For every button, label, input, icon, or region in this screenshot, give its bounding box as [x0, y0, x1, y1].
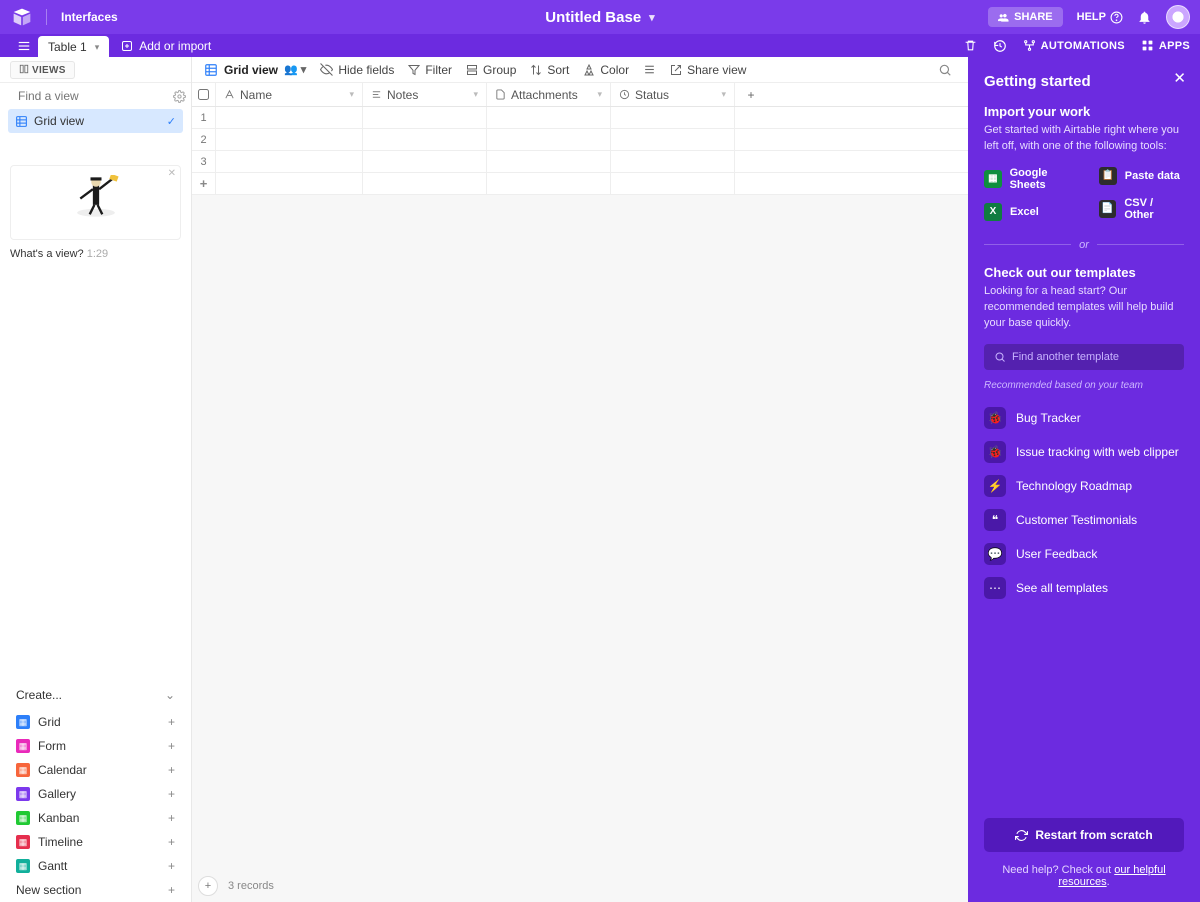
find-view-input[interactable] [18, 89, 173, 103]
template-search[interactable] [984, 344, 1184, 370]
create-gallery[interactable]: ▦Gallery+ [0, 782, 191, 806]
template-item[interactable]: 🐞Bug Tracker [984, 401, 1184, 435]
templates-heading: Check out our templates [984, 265, 1184, 280]
import-csv[interactable]: 📄CSV / Other [1099, 197, 1184, 221]
interfaces-link[interactable]: Interfaces [61, 10, 118, 24]
select-all-checkbox[interactable] [198, 89, 209, 100]
new-section-button[interactable]: New section+ [0, 878, 191, 902]
search-icon[interactable] [938, 62, 952, 77]
table-row[interactable]: 2 [192, 129, 968, 151]
main: Grid view 👥 ▾ Hide fields Filter Group S… [192, 57, 968, 902]
filter-button[interactable]: Filter [408, 63, 452, 77]
share-view-button[interactable]: Share view [670, 63, 746, 77]
trash-icon[interactable] [964, 39, 977, 52]
need-help-text: Need help? Check out our helpful resourc… [984, 864, 1184, 888]
create-grid[interactable]: ▦Grid+ [0, 710, 191, 734]
import-paste[interactable]: 📋Paste data [1099, 167, 1184, 185]
create-timeline[interactable]: ▦Timeline+ [0, 830, 191, 854]
collaborators-icon[interactable]: 👥 ▾ [284, 63, 306, 76]
restart-button[interactable]: Restart from scratch [984, 818, 1184, 852]
create-gantt[interactable]: ▦Gantt+ [0, 854, 191, 878]
column-name[interactable]: Name▾ [216, 83, 363, 106]
recommended-label: Recommended based on your team [984, 380, 1184, 391]
import-google-sheets[interactable]: ▦Google Sheets [984, 167, 1085, 191]
create-kanban[interactable]: ▦Kanban+ [0, 806, 191, 830]
template-item[interactable]: ❝Customer Testimonials [984, 503, 1184, 537]
import-heading: Import your work [984, 104, 1184, 119]
view-settings-icon[interactable] [173, 89, 186, 103]
sidebar: VIEWS Grid view ✓ ✕ [0, 57, 192, 902]
template-item[interactable]: 💬User Feedback [984, 537, 1184, 571]
templates-desc: Looking for a head start? Our recommende… [984, 284, 1184, 332]
column-status[interactable]: Status▾ [611, 83, 735, 106]
view-name-dropdown[interactable]: Grid view 👥 ▾ [204, 63, 306, 77]
avatar[interactable] [1166, 5, 1190, 29]
hide-fields-button[interactable]: Hide fields [320, 63, 394, 77]
create-header[interactable]: Create... [0, 680, 191, 710]
import-desc: Get started with Airtable right where yo… [984, 123, 1184, 155]
table-row[interactable]: 3 [192, 151, 968, 173]
column-notes[interactable]: Notes▾ [363, 83, 487, 106]
row-height-button[interactable] [643, 63, 656, 76]
menu-icon[interactable] [10, 34, 38, 57]
create-form[interactable]: ▦Form+ [0, 734, 191, 758]
views-toggle[interactable]: VIEWS [10, 61, 75, 79]
video-thumbnail[interactable]: ✕ [10, 165, 181, 240]
find-view [0, 83, 191, 109]
column-attachments[interactable]: Attachments▾ [487, 83, 611, 106]
tab-bar: Table 1 Add or import AUTOMATIONS APPS [0, 34, 1200, 57]
color-button[interactable]: Color [583, 63, 629, 77]
create-calendar[interactable]: ▦Calendar+ [0, 758, 191, 782]
table-row[interactable]: 1 [192, 107, 968, 129]
getting-started-panel: ✕ Getting started Import your work Get s… [968, 57, 1200, 902]
base-name-dropdown[interactable]: Untitled Base [545, 9, 654, 26]
view-item-grid[interactable]: Grid view ✓ [8, 109, 183, 133]
video-caption: What's a view? 1:29 [10, 248, 181, 260]
add-column-button[interactable]: + [735, 83, 767, 106]
close-icon[interactable]: ✕ [168, 168, 176, 179]
template-search-input[interactable] [1012, 351, 1174, 363]
add-or-import-button[interactable]: Add or import [121, 34, 211, 57]
group-button[interactable]: Group [466, 63, 516, 77]
tab-table-1[interactable]: Table 1 [38, 36, 109, 57]
top-bar: Interfaces Untitled Base SHARE HELP [0, 0, 1200, 34]
video-illustration [71, 175, 121, 230]
add-row-button[interactable]: + [192, 173, 968, 195]
notifications-icon[interactable] [1137, 9, 1152, 26]
template-item[interactable]: ⋯See all templates [984, 571, 1184, 605]
table-header: Name▾ Notes▾ Attachments▾ Status▾ + [192, 83, 968, 107]
record-count: 3 records [228, 880, 274, 892]
apps-button[interactable]: APPS [1141, 39, 1190, 52]
help-link[interactable]: HELP [1077, 11, 1123, 24]
add-record-button[interactable]: + [198, 876, 218, 896]
panel-title: Getting started [984, 73, 1184, 90]
share-button[interactable]: SHARE [988, 7, 1063, 27]
history-icon[interactable] [993, 39, 1007, 53]
check-icon: ✓ [167, 115, 176, 128]
grid-area: Name▾ Notes▾ Attachments▾ Status▾ + 12 3 … [192, 83, 968, 902]
automations-button[interactable]: AUTOMATIONS [1023, 39, 1125, 52]
close-icon[interactable]: ✕ [1173, 69, 1186, 87]
import-excel[interactable]: XExcel [984, 203, 1085, 221]
logo-icon[interactable] [12, 7, 32, 27]
sort-button[interactable]: Sort [530, 63, 569, 77]
view-toolbar: Grid view 👥 ▾ Hide fields Filter Group S… [192, 57, 968, 83]
search-icon [994, 351, 1006, 363]
template-item[interactable]: ⚡Technology Roadmap [984, 469, 1184, 503]
template-item[interactable]: 🐞Issue tracking with web clipper [984, 435, 1184, 469]
